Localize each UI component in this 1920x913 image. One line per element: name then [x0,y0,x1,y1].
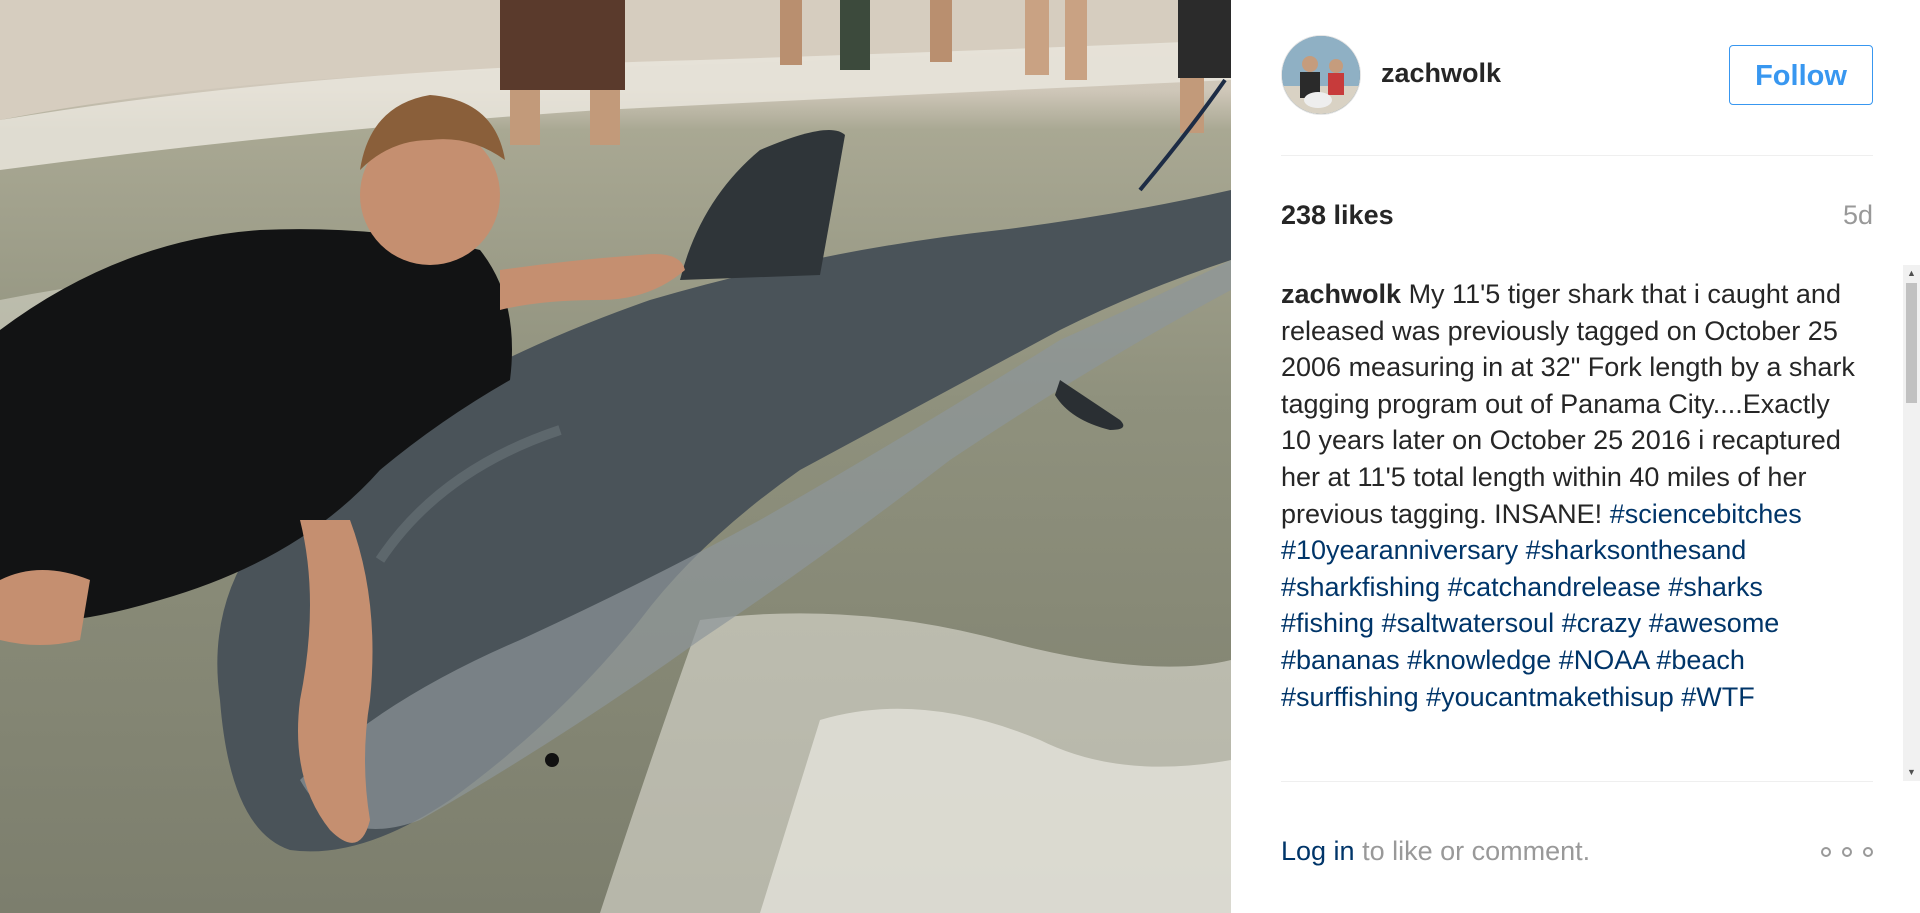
hashtag-list: #sciencebitches #10yearanniversary #shar… [1281,499,1802,712]
hashtag-link[interactable]: #WTF [1681,682,1755,712]
caption-text: My 11'5 tiger shark that i caught and re… [1281,279,1855,529]
hashtag-link[interactable]: #fishing [1281,608,1374,638]
hashtag-link[interactable]: #awesome [1649,608,1780,638]
comments-scrollbar[interactable]: ▲ ▼ [1903,265,1920,781]
hashtag-link[interactable]: #sharksonthesand [1526,535,1747,565]
post-photo-illustration [0,0,1231,913]
caption-author[interactable]: zachwolk [1281,279,1401,309]
hashtag-link[interactable]: #youcantmakethisup [1426,682,1674,712]
hashtag-link[interactable]: #knowledge [1407,645,1551,675]
post-side-panel: zachwolk Follow 238 likes 5d zachwolk My… [1231,0,1920,913]
avatar-photo-icon [1282,36,1360,114]
login-link[interactable]: Log in [1281,836,1355,866]
hashtag-link[interactable]: #saltwatersoul [1382,608,1555,638]
hashtag-link[interactable]: #10yearanniversary [1281,535,1518,565]
dot [1863,847,1873,857]
hashtag-link[interactable]: #bananas [1281,645,1400,675]
likes-count[interactable]: 238 likes [1281,200,1394,231]
login-prompt: Log in to like or comment. [1281,836,1590,867]
scroll-up-arrow-icon[interactable]: ▲ [1903,265,1920,282]
hashtag-link[interactable]: #beach [1656,645,1745,675]
scrollbar-thumb[interactable] [1906,283,1917,403]
hashtag-link[interactable]: #sharkfishing [1281,572,1440,602]
footer-divider [1281,781,1873,782]
post-photo[interactable] [0,0,1231,913]
caption-comment: zachwolk My 11'5 tiger shark that i caug… [1281,276,1857,781]
three-dots-icon[interactable] [1821,842,1873,862]
hashtag-link[interactable]: #sciencebitches [1610,499,1802,529]
avatar[interactable] [1281,35,1361,115]
scroll-down-arrow-icon[interactable]: ▼ [1903,764,1920,781]
hashtag-link[interactable]: #sharks [1668,572,1763,602]
header-divider [1281,155,1873,156]
hashtag-link[interactable]: #catchandrelease [1448,572,1661,602]
login-suffix: to like or comment. [1354,836,1591,866]
username-link[interactable]: zachwolk [1381,58,1501,89]
dot [1842,847,1852,857]
dot [1821,847,1831,857]
hashtag-link[interactable]: #NOAA [1559,645,1649,675]
post-age[interactable]: 5d [1843,200,1873,231]
follow-button[interactable]: Follow [1729,45,1873,105]
hashtag-link[interactable]: #crazy [1562,608,1642,638]
hashtag-link[interactable]: #surffishing [1281,682,1419,712]
